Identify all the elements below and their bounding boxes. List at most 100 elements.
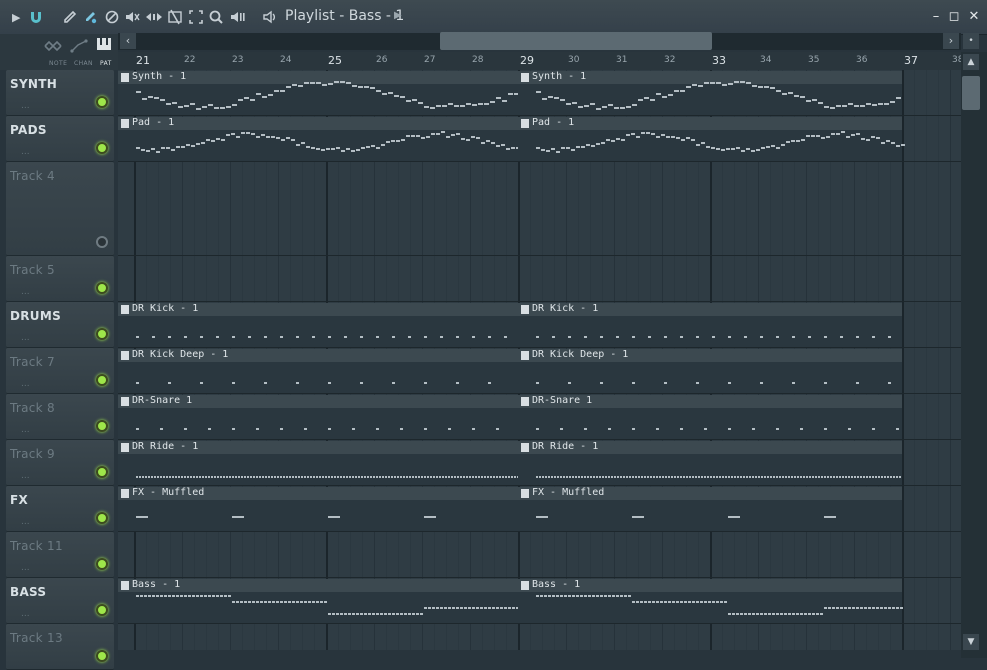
maximize-button[interactable]: ◻ bbox=[946, 9, 962, 25]
clip-menu-icon[interactable] bbox=[121, 581, 129, 590]
clip-header[interactable]: DR-Snare 1 bbox=[518, 395, 902, 408]
track-mute-led[interactable] bbox=[96, 512, 108, 524]
track-mute-led[interactable] bbox=[96, 96, 108, 108]
track-mute-led[interactable] bbox=[96, 420, 108, 432]
play-arrow-icon[interactable]: ▶ bbox=[12, 8, 20, 26]
track-mute-led[interactable] bbox=[96, 282, 108, 294]
pattern-clip[interactable]: DR Ride - 1 bbox=[118, 441, 519, 485]
pattern-clip[interactable]: DR Ride - 1 bbox=[518, 441, 902, 485]
clip-menu-icon[interactable] bbox=[521, 581, 529, 590]
track-mute-led[interactable] bbox=[96, 466, 108, 478]
track-header-track-11[interactable]: Track 11... bbox=[6, 532, 114, 578]
clip-header[interactable]: FX - Muffled bbox=[518, 487, 902, 500]
clip-header[interactable]: DR-Snare 1 bbox=[118, 395, 518, 408]
track-mute-led[interactable] bbox=[96, 558, 108, 570]
clip-menu-icon[interactable] bbox=[521, 305, 529, 314]
pattern-clip[interactable]: DR Kick - 1 bbox=[118, 303, 518, 347]
clip-menu-icon[interactable] bbox=[521, 351, 529, 360]
track-lane[interactable] bbox=[118, 256, 961, 302]
track-mute-led[interactable] bbox=[96, 374, 108, 386]
clip-header[interactable]: DR Ride - 1 bbox=[518, 441, 902, 454]
tab-pat[interactable]: PAT bbox=[100, 60, 112, 67]
clip-header[interactable]: Bass - 1 bbox=[118, 579, 518, 592]
clip-menu-icon[interactable] bbox=[121, 73, 129, 82]
pat-mode-icon[interactable] bbox=[96, 36, 112, 56]
scroll-down-button[interactable]: ▼ bbox=[963, 634, 979, 650]
slice-icon[interactable] bbox=[167, 8, 183, 26]
track-header-track-13[interactable]: Track 13 bbox=[6, 624, 114, 670]
note-mode-icon[interactable] bbox=[44, 38, 62, 58]
track-mute-led[interactable] bbox=[96, 328, 108, 340]
vertical-scroll-thumb[interactable] bbox=[962, 76, 980, 110]
clip-header[interactable]: Pad - 1 bbox=[118, 117, 518, 130]
clip-menu-icon[interactable] bbox=[121, 351, 129, 360]
tab-note[interactable]: NOTE bbox=[49, 60, 67, 67]
chan-mode-icon[interactable] bbox=[70, 38, 88, 58]
vertical-scrollbar[interactable] bbox=[961, 52, 987, 658]
clip-menu-icon[interactable] bbox=[521, 397, 529, 406]
clip-menu-icon[interactable] bbox=[521, 489, 529, 498]
clip-header[interactable]: FX - Muffled bbox=[118, 487, 518, 500]
clip-menu-icon[interactable] bbox=[121, 443, 129, 452]
track-header-track-7[interactable]: Track 7... bbox=[6, 348, 114, 394]
track-lane[interactable] bbox=[118, 162, 961, 256]
clip-header[interactable]: Bass - 1 bbox=[518, 579, 902, 592]
track-lane[interactable] bbox=[118, 624, 961, 650]
pattern-clip[interactable]: DR-Snare 1 bbox=[518, 395, 902, 439]
minimize-button[interactable]: – bbox=[928, 9, 944, 25]
zoom-icon[interactable] bbox=[208, 8, 224, 26]
track-header-track-5[interactable]: Track 5... bbox=[6, 256, 114, 302]
pattern-clip[interactable]: Pad - 1 bbox=[518, 117, 905, 161]
delete-icon[interactable] bbox=[104, 8, 120, 26]
clip-menu-icon[interactable] bbox=[521, 119, 529, 128]
track-header-pads[interactable]: PADS... bbox=[6, 116, 114, 162]
tab-chan[interactable]: CHAN bbox=[74, 60, 93, 67]
pattern-clip[interactable]: Pad - 1 bbox=[118, 117, 520, 161]
clip-header[interactable]: DR Kick Deep - 1 bbox=[518, 349, 902, 362]
scroll-up-button[interactable]: ▲ bbox=[963, 54, 979, 70]
clip-menu-icon[interactable] bbox=[521, 443, 529, 452]
pattern-clip[interactable]: DR-Snare 1 bbox=[118, 395, 518, 439]
pattern-clip[interactable]: Synth - 1 bbox=[518, 71, 902, 115]
track-mute-led[interactable] bbox=[96, 650, 108, 662]
clip-header[interactable]: DR Kick - 1 bbox=[118, 303, 518, 316]
track-header-bass[interactable]: BASS... bbox=[6, 578, 114, 624]
clip-menu-icon[interactable] bbox=[121, 119, 129, 128]
clip-header[interactable]: DR Kick - 1 bbox=[518, 303, 902, 316]
mute-icon[interactable] bbox=[124, 8, 140, 26]
slip-icon[interactable] bbox=[145, 8, 163, 26]
track-mute-led[interactable] bbox=[96, 142, 108, 154]
playback-icon[interactable] bbox=[229, 8, 247, 26]
pattern-clip[interactable]: FX - Muffled bbox=[518, 487, 902, 531]
clip-header[interactable]: Pad - 1 bbox=[518, 117, 902, 130]
magnet-icon[interactable] bbox=[28, 8, 44, 26]
select-icon[interactable] bbox=[188, 8, 204, 26]
pattern-clip[interactable]: Bass - 1 bbox=[118, 579, 519, 623]
scroll-right-button[interactable]: › bbox=[943, 33, 959, 49]
clip-menu-icon[interactable] bbox=[521, 73, 529, 82]
speaker-icon[interactable] bbox=[262, 8, 280, 26]
pattern-clip[interactable]: Synth - 1 bbox=[118, 71, 519, 115]
horizontal-scroll-thumb[interactable] bbox=[440, 32, 712, 50]
clip-menu-icon[interactable] bbox=[121, 489, 129, 498]
clip-menu-icon[interactable] bbox=[121, 305, 129, 314]
track-header-track-4[interactable]: Track 4 bbox=[6, 162, 114, 256]
pattern-clip[interactable]: Bass - 1 bbox=[518, 579, 903, 623]
clip-header[interactable]: DR Kick Deep - 1 bbox=[118, 349, 518, 362]
track-header-fx[interactable]: FX... bbox=[6, 486, 114, 532]
track-header-synth[interactable]: SYNTH... bbox=[6, 70, 114, 116]
track-lane[interactable] bbox=[118, 532, 961, 578]
clip-menu-icon[interactable] bbox=[121, 397, 129, 406]
track-mute-led[interactable] bbox=[96, 604, 108, 616]
timeline-ruler[interactable]: 21 22 23 24 25 26 27 28 29 30 31 32 33 34 35 36 37 38 bbox=[118, 52, 961, 71]
playlist-grid[interactable]: Synth - 1 Synth - 1 Pad - 1 Pad - 1 DR Kick … bbox=[118, 70, 961, 650]
track-header-track-9[interactable]: Track 9... bbox=[6, 440, 114, 486]
track-header-drums[interactable]: DRUMS... bbox=[6, 302, 114, 348]
title-arrow-icon[interactable]: ▶ bbox=[394, 10, 402, 21]
pattern-clip[interactable]: FX - Muffled bbox=[118, 487, 518, 531]
pattern-clip[interactable]: DR Kick Deep - 1 bbox=[118, 349, 518, 393]
track-mute-led[interactable] bbox=[96, 236, 108, 248]
pattern-clip[interactable]: DR Kick - 1 bbox=[518, 303, 902, 347]
brush-icon[interactable] bbox=[82, 8, 98, 26]
track-header-track-8[interactable]: Track 8... bbox=[6, 394, 114, 440]
